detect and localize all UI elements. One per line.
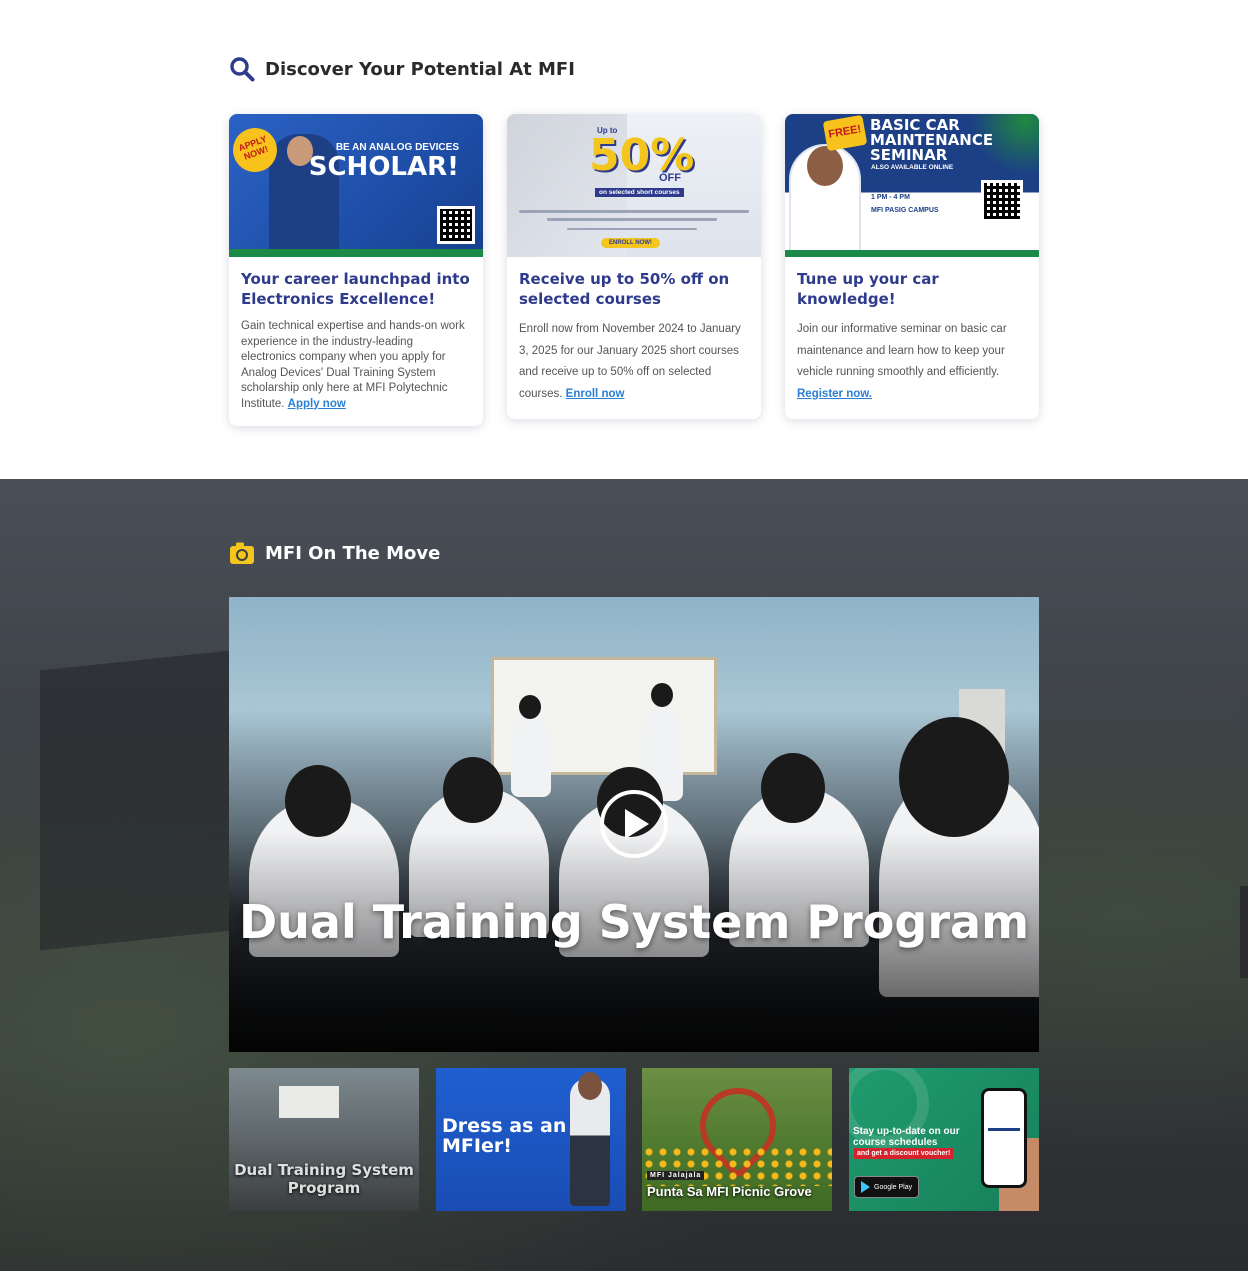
card-title[interactable]: Receive up to 50% off on selected course… (519, 269, 749, 309)
banner-text-line (567, 228, 697, 230)
video-thumbnail[interactable]: Dual Training System Program (229, 1068, 419, 1211)
banner-footer-bar (229, 249, 483, 257)
card-description: Gain technical expertise and hands-on wo… (241, 320, 465, 410)
thumbnail-caption: Dual Training System Program (234, 1161, 414, 1197)
video-thumbnail-list: Dual Training System Program Dress as an… (229, 1068, 1039, 1211)
banner-enroll-button: ENROLL NOW! (601, 238, 660, 248)
banner-footer-bar (785, 250, 1039, 257)
promo-card-seminar[interactable]: FREE! BASIC CAR MAINTENANCE SEMINAR ALSO… (785, 114, 1039, 419)
google-play-icon (861, 1181, 870, 1193)
banner-off: OFF (659, 172, 681, 184)
seminar-banner-sub: ALSO AVAILABLE ONLINE (871, 164, 954, 171)
thumbnail-caption: Stay up-to-date on our course schedules (853, 1126, 960, 1148)
thumbnail-caption: Punta Sa MFI Picnic Grove (647, 1184, 812, 1199)
phone-screen-bar (988, 1128, 1020, 1131)
student-head (443, 757, 503, 823)
featured-video[interactable]: Dual Training System Program (229, 597, 1039, 1052)
banner-selected: on selected short courses (595, 188, 684, 197)
card-title[interactable]: Tune up your car knowledge! (797, 269, 1027, 309)
phone-icon (981, 1088, 1027, 1188)
sunflowers (642, 1146, 832, 1186)
card-title[interactable]: Your career launchpad into Electronics E… (241, 269, 471, 309)
discover-section: Discover Your Potential At MFI APPLY NOW… (0, 0, 1248, 479)
scholarship-banner-image[interactable]: APPLY NOW! BE AN ANALOG DEVICES SCHOLAR! (229, 114, 483, 257)
banner-headline: SCHOLAR! (308, 152, 459, 182)
student-head (519, 695, 541, 719)
card-description: Enroll now from November 2024 to January… (519, 323, 741, 400)
qr-code-icon (981, 180, 1023, 222)
free-badge: FREE! (822, 114, 868, 152)
video-title: Dual Training System Program (239, 895, 1029, 949)
video-thumbnail[interactable]: Stay up-to-date on our course schedules … (849, 1068, 1039, 1211)
camera-icon (230, 542, 254, 564)
student-head (651, 683, 673, 707)
video-thumbnail[interactable]: MFI Jalajala Punta Sa MFI Picnic Grove (642, 1068, 832, 1211)
promo-card-discount[interactable]: Up to 50% OFF on selected short courses … (507, 114, 761, 419)
banner-text-line (519, 210, 749, 213)
thumbnail-tag: MFI Jalajala (647, 1171, 705, 1180)
on-the-move-section: MFI On The Move Dual Training System Pro… (0, 479, 1248, 1271)
discover-header: Discover Your Potential At MFI (229, 56, 575, 82)
whiteboard (279, 1086, 339, 1118)
move-header: MFI On The Move (229, 540, 440, 566)
seminar-banner-image[interactable]: FREE! BASIC CAR MAINTENANCE SEMINAR ALSO… (785, 114, 1039, 257)
move-title: MFI On The Move (265, 542, 441, 564)
discount-banner-image[interactable]: Up to 50% OFF on selected short courses … (507, 114, 761, 257)
instructor-head (807, 146, 843, 186)
discount-badge: and get a discount voucher! (854, 1148, 954, 1159)
google-play-badge: Google Play (854, 1176, 920, 1198)
register-now-link[interactable]: Register now. (797, 388, 872, 400)
search-icon (230, 57, 255, 82)
video-thumbnail[interactable]: Dress as an MFIer! (436, 1068, 626, 1211)
banner-text-line (547, 218, 717, 221)
seminar-banner-date: NOVEMBER 21 - 22, 2024 1 PM - 4 PM MFI P… (871, 185, 955, 214)
thumbnail-caption: Dress as an MFIer! (442, 1115, 567, 1157)
student (511, 707, 551, 797)
promo-card-scholarship[interactable]: APPLY NOW! BE AN ANALOG DEVICES SCHOLAR!… (229, 114, 483, 426)
play-icon[interactable] (600, 790, 668, 858)
student-head (578, 1072, 602, 1100)
background-building (40, 647, 260, 951)
student-head (899, 717, 1009, 837)
qr-code-icon (437, 206, 475, 244)
student-head (761, 753, 825, 823)
enroll-now-link[interactable]: Enroll now (566, 388, 625, 400)
apply-now-link[interactable]: Apply now (288, 398, 346, 410)
student-head (285, 765, 351, 837)
card-description: Join our informative seminar on basic ca… (797, 323, 1007, 400)
seminar-banner-title: BASIC CAR MAINTENANCE SEMINAR (870, 116, 994, 164)
side-scroll-tab[interactable] (1240, 886, 1248, 978)
discover-title: Discover Your Potential At MFI (265, 58, 575, 80)
